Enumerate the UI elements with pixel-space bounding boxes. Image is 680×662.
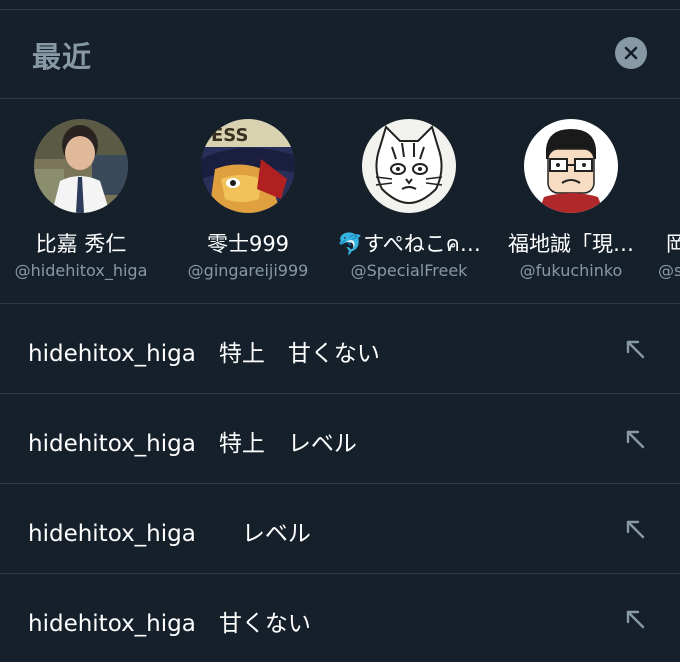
recent-search-query: hidehitox_higa 甘くない [28,611,311,637]
recent-searches-list: hidehitox_higa 特上 甘くない hidehitox_higa 特上… [0,304,680,662]
recent-user-card[interactable]: 🐬すぺねこค… @SpecialFreek [328,99,490,303]
recent-user-card[interactable]: 比嘉 秀仁 @hidehitox_higa [0,99,162,303]
user-handle: @gingareiji999 [187,261,309,280]
avatar [362,119,456,213]
recent-header: 最近 [0,10,680,99]
user-photo-icon [34,119,128,213]
recent-search-item[interactable]: hidehitox_higa 特上 甘くない [0,304,680,394]
avatar [34,119,128,213]
arrow-up-left-icon [626,610,645,629]
recent-search-item[interactable]: hidehitox_higa 特上 レベル [0,394,680,484]
arrow-up-left-icon [626,430,645,449]
fill-query-button[interactable] [624,518,646,540]
recent-users-carousel[interactable]: 比嘉 秀仁 @hidehitox_higa ESS 零士999 @gingare… [0,99,680,304]
top-strip [0,0,680,10]
fill-query-button[interactable] [624,608,646,630]
user-display-name: 零士999 [206,232,290,256]
arrow-up-left-icon [626,340,645,359]
user-display-name: 🐬すぺねこค… [337,232,481,256]
recent-user-card[interactable]: ESS 零士999 @gingareiji999 [167,99,329,303]
user-display-name: 比嘉 秀仁 [35,232,127,256]
cat-sketch-icon [362,119,456,213]
page-title: 最近 [32,40,93,74]
user-handle: @hidehitox_higa [14,261,148,280]
recent-search-query: hidehitox_higa 特上 甘くない [28,341,380,367]
svg-text:ESS: ESS [211,125,248,146]
fill-query-button[interactable] [624,338,646,360]
close-icon [624,46,638,60]
user-display-name: 岡 [666,228,680,258]
recent-search-item[interactable]: hidehitox_higa 甘くない [0,574,680,662]
fill-query-button[interactable] [624,428,646,450]
avatar: ESS [201,119,295,213]
recent-user-card[interactable]: 岡 @s [586,99,680,303]
arrow-up-left-icon [626,520,645,539]
recent-search-query: hidehitox_higa レベル [28,521,311,547]
anime-avatar-icon: ESS [201,119,295,213]
clear-recent-button[interactable] [615,37,647,69]
recent-search-item[interactable]: hidehitox_higa レベル [0,484,680,574]
recent-search-query: hidehitox_higa 特上 レベル [28,431,357,457]
user-handle: @SpecialFreek [350,261,468,280]
user-handle: @s [658,261,680,280]
